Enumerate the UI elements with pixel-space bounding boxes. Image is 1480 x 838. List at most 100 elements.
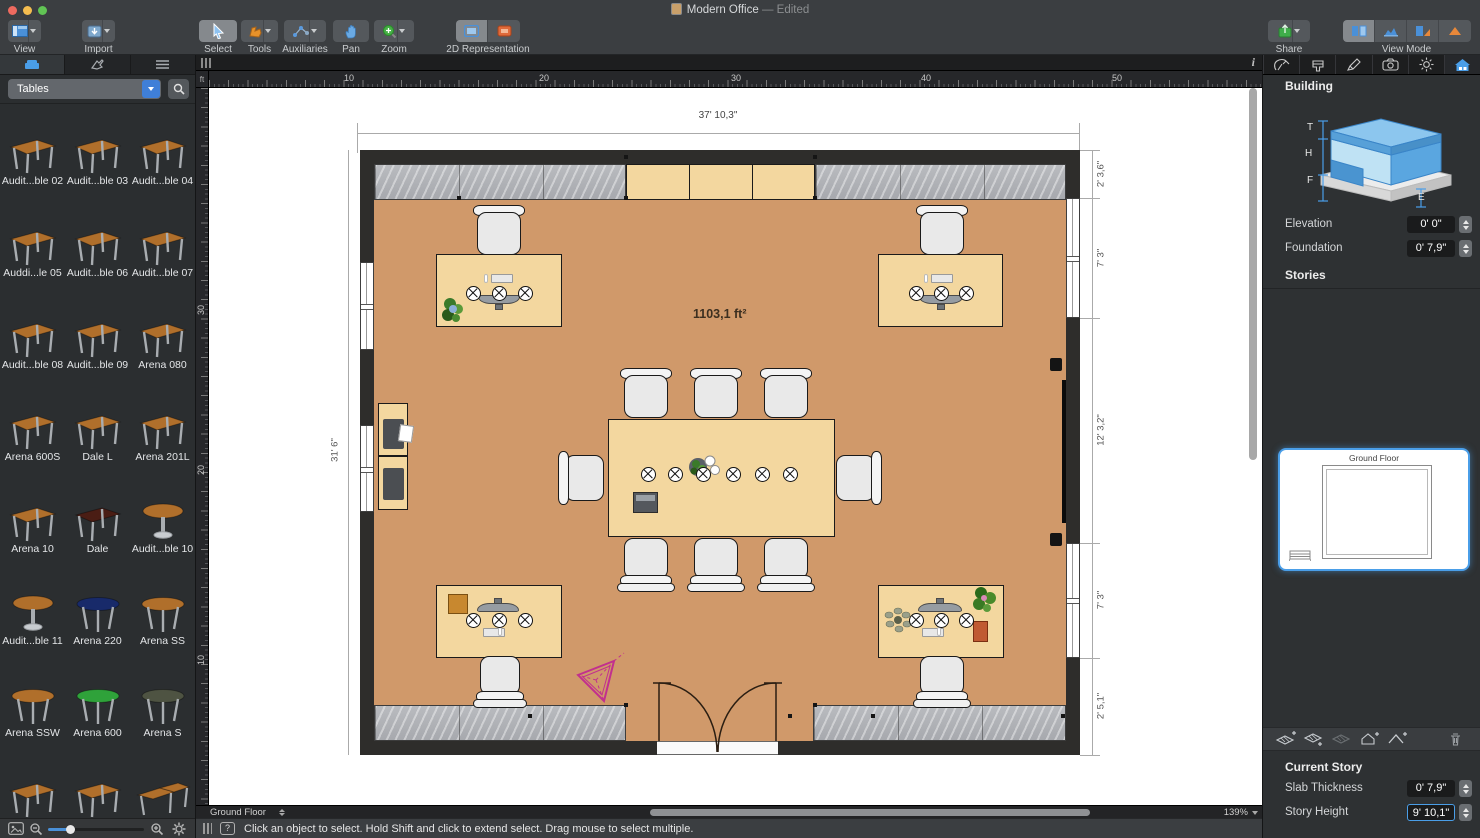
window-right-1[interactable] — [1066, 198, 1080, 318]
library-search-button[interactable] — [168, 79, 189, 99]
slider-knob[interactable] — [66, 825, 75, 834]
view-mode-3d-segment[interactable] — [1439, 20, 1471, 42]
story-card-ground-floor[interactable]: Ground Floor — [1278, 448, 1470, 571]
library-item[interactable]: Audit...ble 02 — [0, 106, 65, 198]
storage-box[interactable] — [448, 594, 468, 614]
window-left-2[interactable] — [360, 425, 374, 512]
outlet-symbol[interactable] — [755, 467, 770, 482]
slab-thickness-stepper[interactable] — [1459, 780, 1472, 797]
auxiliaries-button[interactable] — [284, 20, 326, 42]
library-item[interactable]: Audit...ble 08 — [0, 290, 65, 382]
office-chair[interactable] — [477, 205, 521, 255]
office-chair[interactable] — [920, 656, 964, 704]
office-chair[interactable] — [480, 656, 520, 704]
library-item[interactable]: Audit...ble 10 — [130, 474, 195, 566]
keyboard[interactable] — [931, 274, 953, 283]
monitor[interactable] — [918, 603, 962, 612]
view-mode-2d-segment[interactable] — [1343, 20, 1375, 42]
tab-object-properties[interactable] — [1263, 55, 1299, 74]
conference-chair[interactable] — [624, 538, 668, 588]
conference-chair[interactable] — [558, 455, 604, 501]
story-height-stepper[interactable] — [1459, 804, 1472, 821]
elevation-stepper[interactable] — [1459, 216, 1472, 233]
wall-top[interactable] — [360, 150, 1080, 164]
conference-chair[interactable] — [764, 538, 808, 588]
representation-2d-segment[interactable] — [456, 20, 488, 42]
add-story-above-button[interactable] — [1273, 730, 1298, 748]
library-item[interactable]: Audit...ble 09 — [65, 290, 130, 382]
auxiliaries-dropdown-chevron[interactable] — [309, 20, 318, 42]
outlet-symbol[interactable] — [668, 467, 683, 482]
tools-button[interactable] — [241, 20, 278, 42]
outlet-symbol[interactable] — [934, 613, 949, 628]
add-roof-button[interactable] — [1385, 730, 1410, 748]
thumbnail-size-slider[interactable] — [48, 828, 144, 831]
outlet-symbol[interactable] — [492, 286, 507, 301]
conference-chair[interactable] — [764, 368, 808, 418]
window-left-1[interactable] — [360, 262, 374, 350]
zoom-out-icon[interactable] — [30, 823, 43, 836]
library-item[interactable]: Arena 10 — [0, 474, 65, 566]
desk-plant[interactable] — [440, 295, 468, 325]
view-button[interactable] — [8, 20, 41, 42]
add-building-button[interactable] — [1357, 730, 1382, 748]
plan-canvas[interactable]: i ft 1020304050 302010 37' 10,3" 31' 6" — [196, 55, 1262, 838]
canvas-horizontal-scrollbar[interactable] — [650, 809, 1090, 816]
select-tool-button[interactable] — [199, 20, 237, 42]
import-button[interactable] — [82, 20, 115, 42]
library-item[interactable]: Auddi...le 05 — [0, 198, 65, 290]
view-mode-split-segment[interactable] — [1407, 20, 1439, 42]
zoom-in-icon[interactable] — [151, 823, 164, 836]
zoom-level-chevron[interactable] — [1252, 811, 1258, 815]
status-drag-handle[interactable] — [203, 823, 212, 834]
outlet-symbol[interactable] — [518, 613, 533, 628]
help-icon[interactable]: ? — [220, 822, 235, 835]
outlet-symbol[interactable] — [934, 286, 949, 301]
library-item[interactable] — [130, 750, 195, 818]
floor-selector[interactable]: Ground Floor — [210, 807, 266, 818]
monitor[interactable] — [477, 603, 519, 612]
library-item[interactable]: Arena SS — [130, 566, 195, 658]
file-tray[interactable] — [973, 621, 988, 642]
tab-building[interactable] — [1444, 55, 1480, 74]
tab-project-tree[interactable] — [131, 55, 195, 74]
printer-2[interactable] — [383, 468, 404, 500]
zoom-tool-button[interactable] — [374, 20, 414, 42]
sketch-annotation[interactable] — [572, 651, 626, 707]
library-item[interactable]: Arena 220 — [65, 566, 130, 658]
delete-story-button[interactable] — [1443, 730, 1468, 748]
tab-2d-properties[interactable] — [1335, 55, 1371, 74]
library-item[interactable]: Dale — [65, 474, 130, 566]
view-mode-elevation-segment[interactable] — [1375, 20, 1407, 42]
outlet-symbol[interactable] — [696, 467, 711, 482]
gear-icon[interactable] — [172, 822, 186, 836]
wall-screen[interactable] — [1062, 380, 1066, 523]
outlet-symbol[interactable] — [909, 286, 924, 301]
outlet-symbol[interactable] — [783, 467, 798, 482]
library-item[interactable]: Audit...ble 03 — [65, 106, 130, 198]
share-button[interactable] — [1268, 20, 1310, 42]
library-item[interactable]: Arena 600S — [0, 382, 65, 474]
outlet-symbol[interactable] — [466, 613, 481, 628]
outlet-symbol[interactable] — [959, 613, 974, 628]
conference-chair[interactable] — [694, 368, 738, 418]
view-dropdown-chevron[interactable] — [28, 20, 37, 42]
duplicate-story-button[interactable] — [1329, 730, 1354, 748]
wall-bottom-left[interactable] — [360, 741, 657, 755]
window-right-2[interactable] — [1066, 543, 1080, 658]
outlet-symbol[interactable] — [909, 613, 924, 628]
outlet-symbol[interactable] — [518, 286, 533, 301]
outlet-symbol[interactable] — [959, 286, 974, 301]
representation-3d-segment[interactable] — [488, 20, 520, 42]
keyboard[interactable] — [491, 274, 513, 283]
chevron-down-icon[interactable] — [142, 80, 160, 98]
library-item[interactable]: Arena SSW — [0, 658, 65, 750]
outlet-symbol[interactable] — [726, 467, 741, 482]
library-item[interactable]: Dale L — [65, 382, 130, 474]
tab-light[interactable] — [1408, 55, 1444, 74]
zoom-level[interactable]: 139% — [1224, 807, 1248, 818]
countertop-bottom-right[interactable] — [813, 705, 1066, 741]
outlet-symbol[interactable] — [492, 613, 507, 628]
category-dropdown[interactable]: Tables — [8, 79, 161, 99]
wall-bottom-right[interactable] — [778, 741, 1080, 755]
